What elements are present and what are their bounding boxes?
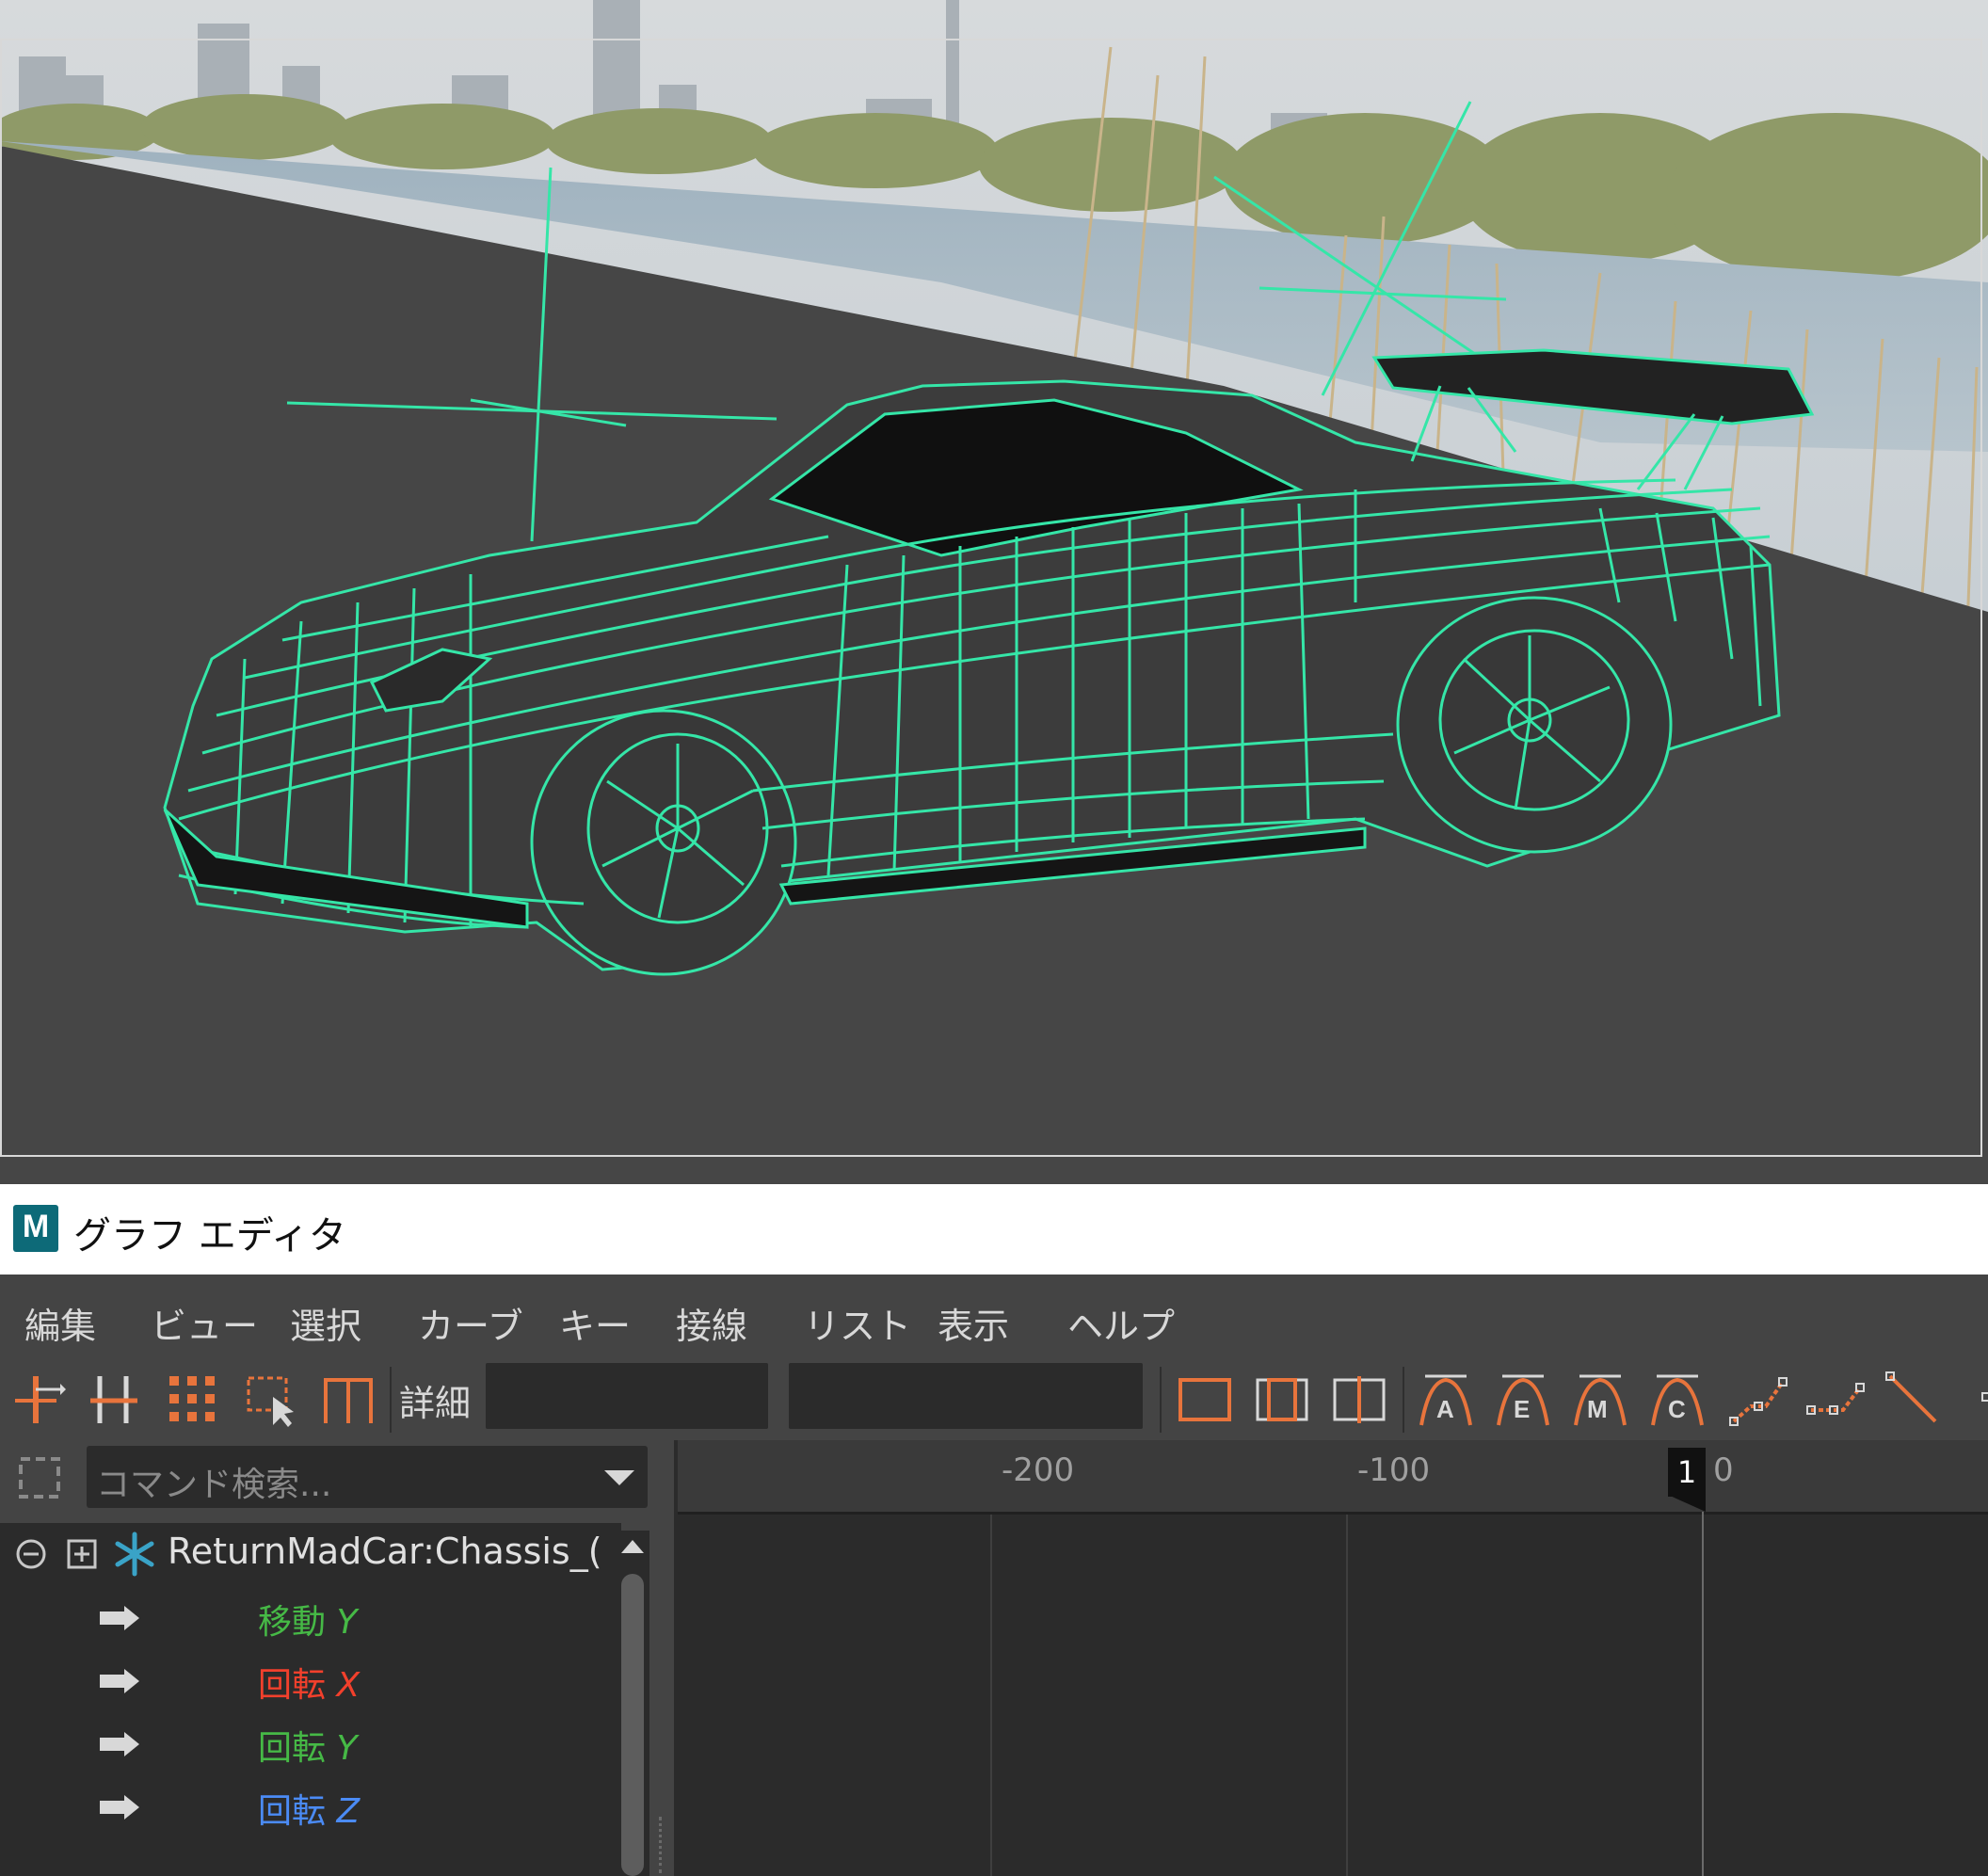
menu-show[interactable]: 表示 (938, 1297, 1009, 1349)
menu-help[interactable]: ヘルプ (1067, 1297, 1175, 1349)
auto-tangent-icon[interactable]: A (1416, 1369, 1476, 1429)
attribute-row[interactable]: 回転 X (0, 1650, 621, 1712)
tick-label: -200 (1002, 1451, 1075, 1489)
custom-tangent-icon[interactable]: C (1647, 1369, 1707, 1429)
attribute-row[interactable]: 回転 Z (0, 1776, 621, 1838)
menu-curves[interactable]: カーブ (418, 1297, 523, 1349)
toolbar-separator (1403, 1367, 1404, 1433)
current-frame-number: 1 (1668, 1448, 1706, 1497)
lattice-tool-icon[interactable] (162, 1369, 222, 1429)
attribute-key-icon (100, 1669, 139, 1693)
graph-editor-titlebar: M グラフ エディタ (0, 1184, 1988, 1275)
spline-tangent-icon[interactable]: E (1493, 1369, 1553, 1429)
tangent-letter: A (1436, 1395, 1454, 1423)
command-search-input[interactable]: コマンド検索... (87, 1446, 648, 1508)
maya-logo-letter: M (22, 1209, 50, 1244)
search-placeholder: コマンド検索... (96, 1466, 332, 1504)
attribute-label: 回転 X (258, 1666, 361, 1705)
outliner-tree: ReturnMadCar:Chassis_( 移動 Y 回転 X 回転 Y 回転… (0, 1523, 621, 1876)
frame-marker-tip (1668, 1495, 1706, 1512)
graph-toolbar: 詳細 A E M C (0, 1361, 1988, 1440)
clamped-tangent-icon[interactable]: M (1570, 1369, 1630, 1429)
attribute-label: 移動 Y (258, 1603, 358, 1642)
current-frame-marker[interactable]: 1 (1668, 1440, 1706, 1512)
attribute-row[interactable]: 移動 Y (0, 1587, 621, 1649)
chevron-up-icon[interactable] (619, 1534, 646, 1561)
window-title: グラフ エディタ (73, 1214, 346, 1258)
graph-view[interactable]: -200 -100 0 1 (678, 1440, 1988, 1876)
node-name: ReturnMadCar:Chassis_( (168, 1531, 602, 1572)
flat-tangent-icon[interactable] (1805, 1369, 1866, 1429)
stats-field-time[interactable] (486, 1363, 768, 1429)
more-tools-icon[interactable] (1958, 1369, 1988, 1429)
linear-tangent-icon[interactable] (1883, 1369, 1943, 1429)
stats-field-value[interactable] (789, 1363, 1143, 1429)
viewport-panel[interactable] (0, 0, 1988, 1184)
frame-selection-icon[interactable] (1252, 1369, 1312, 1429)
panel-resize-handle[interactable] (659, 1817, 665, 1873)
scroll-thumb[interactable] (621, 1574, 644, 1876)
menu-select[interactable]: 選択 (290, 1297, 361, 1349)
move-key-tool-icon[interactable] (8, 1369, 68, 1429)
filter-icon[interactable] (13, 1451, 66, 1504)
attribute-key-icon (100, 1795, 139, 1820)
frame-all-icon[interactable] (1175, 1369, 1235, 1429)
expand-icon[interactable] (66, 1538, 98, 1570)
chevron-down-icon[interactable] (604, 1470, 634, 1485)
menu-bar: 編集 ビュー 選択 カーブ キー 接線 リスト 表示 ヘルプ (0, 1275, 1988, 1361)
toolbar-separator (1160, 1367, 1162, 1433)
front-wheel (530, 709, 797, 976)
attribute-label: 回転 Y (258, 1729, 358, 1768)
attribute-row[interactable]: 回転 Y (0, 1713, 621, 1775)
outliner-scrollbar[interactable] (616, 1531, 649, 1876)
tangent-letter: E (1514, 1395, 1530, 1423)
locator-node-icon (115, 1531, 154, 1577)
collapse-icon[interactable] (15, 1538, 47, 1570)
tick-label: 0 (1713, 1451, 1734, 1489)
time-ruler[interactable]: -200 -100 0 1 (678, 1440, 1988, 1515)
attribute-label: 回転 Z (258, 1792, 361, 1831)
detail-label: 詳細 (399, 1383, 472, 1424)
menu-list[interactable]: リスト (804, 1297, 911, 1349)
attribute-key-icon (100, 1732, 139, 1756)
graph-outliner: コマンド検索... ReturnMadCar:Chassis_(移動 Y 回転… (0, 1440, 674, 1876)
menu-view[interactable]: ビュー (151, 1297, 258, 1349)
step-tangent-icon[interactable] (1728, 1369, 1788, 1429)
region-select-icon[interactable] (241, 1369, 301, 1429)
retime-tool-icon[interactable] (318, 1369, 378, 1429)
tangent-letter: C (1668, 1395, 1686, 1423)
toolbar-separator (390, 1367, 392, 1433)
tangent-letter: M (1587, 1395, 1608, 1423)
maya-logo-icon: M (13, 1205, 58, 1252)
menu-keys[interactable]: キー (559, 1297, 631, 1349)
frame-playback-range-icon[interactable] (1329, 1369, 1389, 1429)
tree-node-row[interactable]: ReturnMadCar:Chassis_( (0, 1523, 621, 1585)
tick-label: -100 (1357, 1451, 1431, 1489)
menu-edit[interactable]: 編集 (24, 1297, 96, 1349)
current-time-line (1702, 1512, 1704, 1876)
viewport-scene[interactable] (0, 0, 1988, 1184)
menu-tangents[interactable]: 接線 (676, 1297, 747, 1349)
attribute-key-icon (100, 1606, 139, 1630)
insert-key-tool-icon[interactable] (85, 1369, 145, 1429)
